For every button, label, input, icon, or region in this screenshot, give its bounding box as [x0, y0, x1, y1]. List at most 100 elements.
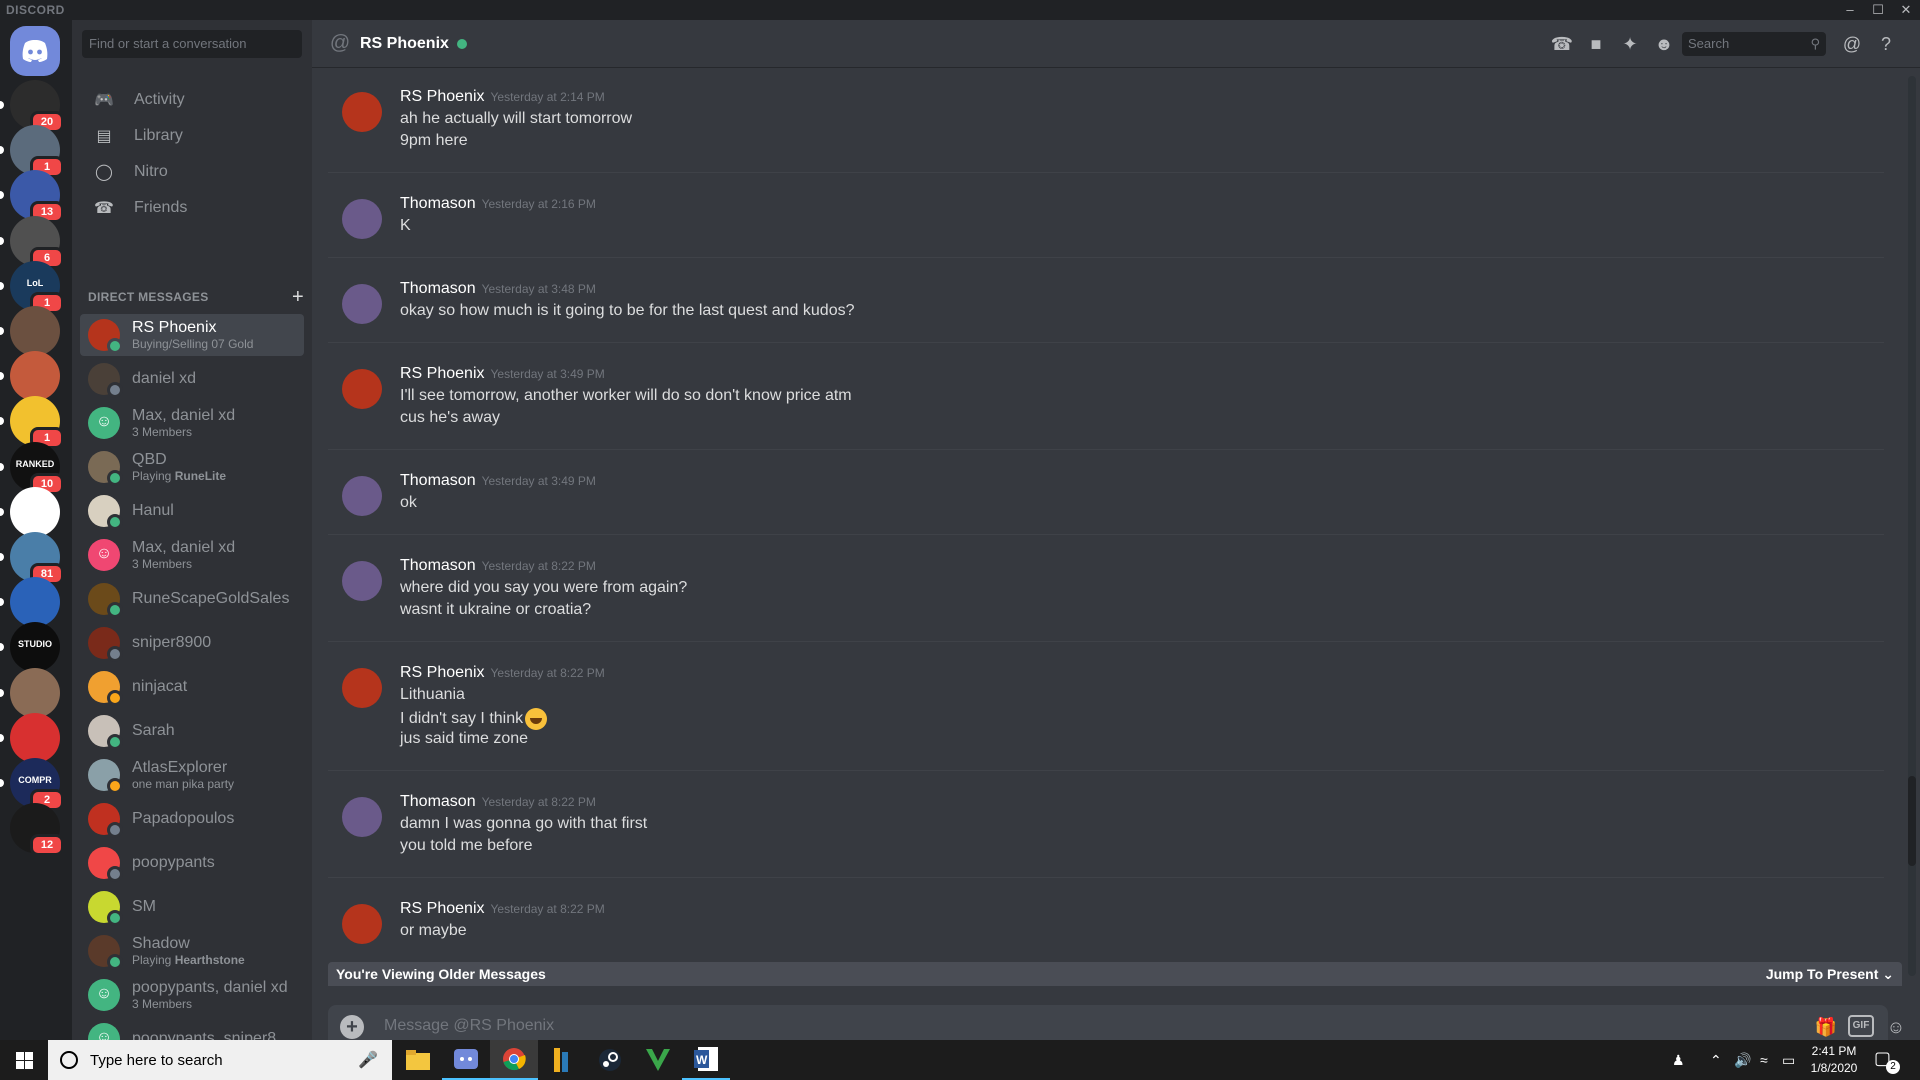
message-avatar[interactable]: [342, 369, 382, 409]
server-icon[interactable]: 13: [0, 170, 64, 224]
message-search-input[interactable]: Search ⚲: [1682, 32, 1826, 56]
dm-item[interactable]: ninjacat: [80, 666, 304, 708]
dm-item[interactable]: Hanul: [80, 490, 304, 532]
message-author[interactable]: RS Phoenix: [400, 900, 485, 917]
message-avatar[interactable]: [342, 668, 382, 708]
message-author[interactable]: Thomason: [400, 557, 476, 574]
dm-item[interactable]: sniper8900: [80, 622, 304, 664]
dm-item[interactable]: AtlasExplorer one man pika party: [80, 754, 304, 796]
word-icon[interactable]: W: [682, 1040, 730, 1080]
message-avatar[interactable]: [342, 199, 382, 239]
message-avatar[interactable]: [342, 561, 382, 601]
jump-to-present-button[interactable]: Jump To Present ⌄: [1766, 966, 1894, 983]
dm-text: Papadopoulos: [132, 810, 292, 828]
file-explorer-icon[interactable]: [394, 1040, 442, 1080]
message-author[interactable]: RS Phoenix: [400, 365, 485, 382]
people-icon[interactable]: ♟: [1672, 1052, 1685, 1069]
vectorworks-icon[interactable]: [634, 1040, 682, 1080]
dm-item[interactable]: ☺ poopypants, daniel xd 3 Members: [80, 974, 304, 1016]
message-avatar[interactable]: [342, 904, 382, 944]
gif-button[interactable]: GIF: [1848, 1015, 1874, 1037]
status-indicator: [107, 734, 123, 750]
dm-item[interactable]: ☺ Max, daniel xd 3 Members: [80, 534, 304, 576]
server-icon[interactable]: 6: [0, 215, 64, 269]
status-indicator: [107, 866, 123, 882]
find-conversation-input[interactable]: Find or start a conversation: [82, 30, 302, 58]
server-icon[interactable]: [0, 351, 60, 402]
create-dm-plus-icon[interactable]: +: [292, 286, 304, 309]
mentions-icon[interactable]: @: [1840, 32, 1864, 56]
dm-item[interactable]: SM: [80, 886, 304, 928]
help-icon[interactable]: ?: [1874, 32, 1898, 56]
emoji-picker-icon[interactable]: ☺: [1883, 1015, 1909, 1039]
upload-plus-icon[interactable]: +: [340, 1015, 364, 1039]
message-divider: [328, 770, 1884, 771]
server-icon[interactable]: 1: [0, 396, 64, 450]
gift-icon[interactable]: 🎁: [1813, 1015, 1839, 1039]
video-call-icon[interactable]: ■: [1584, 32, 1608, 56]
server-icon[interactable]: 1: [0, 125, 64, 179]
server-icon[interactable]: [0, 712, 60, 763]
server-icon[interactable]: [0, 577, 60, 628]
server-icon[interactable]: 81: [0, 532, 64, 585]
message-scrollbar[interactable]: [1908, 76, 1916, 976]
dm-item[interactable]: RS Phoenix Buying/Selling 07 Gold: [80, 314, 304, 356]
dm-item[interactable]: ☺ poopypants, sniper8...: [80, 1018, 304, 1040]
message-author[interactable]: Thomason: [400, 472, 476, 489]
steam-icon[interactable]: [586, 1040, 634, 1080]
taskbar-search-box[interactable]: Type here to search 🎤: [48, 1040, 392, 1080]
dm-item[interactable]: Sarah: [80, 710, 304, 752]
scrollbar-thumb[interactable]: [1908, 776, 1916, 866]
microphone-icon[interactable]: 🎤: [358, 1050, 378, 1070]
message-author[interactable]: RS Phoenix: [400, 88, 485, 105]
discord-taskbar-icon[interactable]: [442, 1040, 490, 1080]
server-icon[interactable]: 12: [10, 803, 64, 857]
dm-item[interactable]: RuneScapeGoldSales: [80, 578, 304, 620]
maximize-icon[interactable]: ☐: [1864, 0, 1892, 20]
message-author[interactable]: RS Phoenix: [400, 664, 485, 681]
dm-item[interactable]: daniel xd: [80, 358, 304, 400]
dm-item[interactable]: Shadow Playing Hearthstone: [80, 930, 304, 972]
pin-icon[interactable]: ✦: [1618, 32, 1642, 56]
dm-item[interactable]: QBD Playing RuneLite: [80, 446, 304, 488]
chevron-up-icon[interactable]: ⌃: [1710, 1052, 1722, 1069]
server-icon[interactable]: [0, 667, 60, 718]
message-text: K: [400, 217, 411, 235]
server-icon[interactable]: STUDIO: [0, 622, 60, 673]
message-avatar[interactable]: [342, 92, 382, 132]
add-friend-icon[interactable]: ☻: [1652, 32, 1676, 56]
dm-item[interactable]: Papadopoulos: [80, 798, 304, 840]
server-icon[interactable]: COMPR 2: [0, 758, 64, 811]
voice-call-icon[interactable]: ☎: [1550, 32, 1574, 56]
message-avatar[interactable]: [342, 284, 382, 324]
chrome-icon[interactable]: [490, 1040, 538, 1080]
system-clock[interactable]: 2:41 PM 1/8/2020: [1804, 1043, 1864, 1077]
message-avatar[interactable]: [342, 476, 382, 516]
nav-friends[interactable]: ☎ Friends: [80, 187, 304, 229]
dm-name: poopypants, daniel xd: [132, 979, 288, 996]
dm-item[interactable]: ☺ Max, daniel xd 3 Members: [80, 402, 304, 444]
wifi-icon[interactable]: ≈: [1760, 1052, 1768, 1068]
close-icon[interactable]: ✕: [1892, 0, 1920, 20]
minimize-icon[interactable]: –: [1836, 0, 1864, 20]
windows-taskbar: Type here to search 🎤 W ♟ ⌃ 🔊 ≈ ▭ 2:41 P…: [0, 1040, 1920, 1080]
server-icon[interactable]: [0, 486, 60, 537]
message-input[interactable]: Message @RS Phoenix: [384, 1017, 554, 1035]
server-icon[interactable]: [0, 306, 60, 356]
message-author[interactable]: Thomason: [400, 793, 476, 810]
server-icon[interactable]: 20: [0, 80, 64, 133]
message-author[interactable]: Thomason: [400, 195, 476, 212]
server-icon[interactable]: LoL 1: [0, 260, 64, 314]
windows-start-button[interactable]: [0, 1040, 48, 1080]
server-icon[interactable]: RANKED 10: [0, 441, 64, 495]
volume-icon[interactable]: 🔊: [1734, 1052, 1751, 1069]
battery-icon[interactable]: ▭: [1782, 1052, 1795, 1069]
message-line: cus he's away: [400, 409, 500, 426]
action-center-icon[interactable]: ▢ 2: [1874, 1048, 1900, 1074]
dm-item[interactable]: poopypants: [80, 842, 304, 884]
home-button[interactable]: [10, 26, 60, 76]
message-author[interactable]: Thomason: [400, 280, 476, 297]
books-app-icon[interactable]: [538, 1040, 586, 1080]
message-line: ah he actually will start tomorrow: [400, 110, 633, 127]
message-avatar[interactable]: [342, 797, 382, 837]
